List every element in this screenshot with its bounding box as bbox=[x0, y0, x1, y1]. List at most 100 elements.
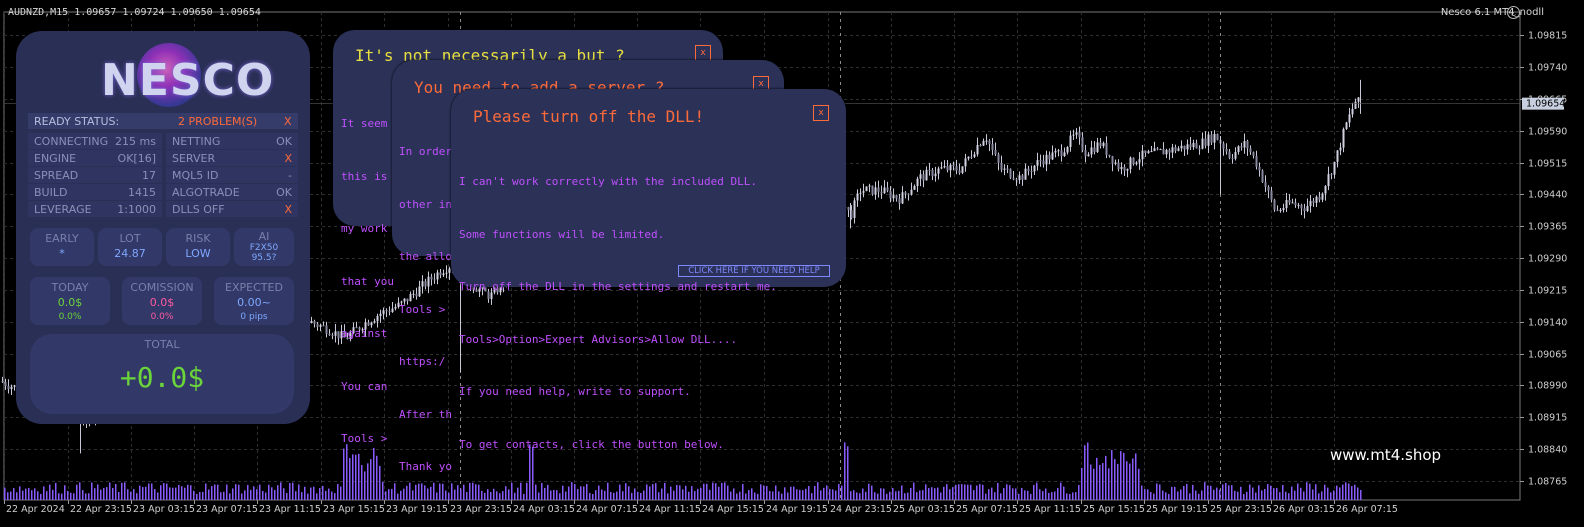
candle-body bbox=[1120, 166, 1123, 170]
volume-bar bbox=[1117, 463, 1119, 500]
today-value: 0.0$ bbox=[57, 296, 83, 309]
candle-body bbox=[1183, 145, 1186, 150]
candle-body bbox=[1246, 141, 1249, 149]
volume-bar bbox=[628, 486, 630, 500]
candle-body bbox=[1015, 179, 1018, 181]
volume-bar bbox=[595, 490, 597, 500]
volume-bar bbox=[751, 488, 753, 500]
candle-body bbox=[1141, 150, 1144, 160]
volume-bar bbox=[874, 492, 876, 500]
volume-bar bbox=[1000, 493, 1002, 500]
close-icon[interactable]: x bbox=[695, 45, 711, 61]
volume-bar bbox=[460, 488, 462, 500]
volume-bar bbox=[268, 484, 270, 500]
candle-body bbox=[1, 381, 4, 383]
candle-body bbox=[1261, 170, 1264, 183]
candle-body bbox=[1060, 150, 1063, 157]
candle-body bbox=[994, 149, 997, 155]
volume-bar bbox=[1036, 482, 1038, 500]
volume-bar bbox=[1216, 487, 1218, 500]
volume-bar bbox=[1147, 489, 1149, 500]
info-cell-server: SERVER X bbox=[166, 150, 298, 166]
popup-line: the allo bbox=[399, 250, 452, 263]
volume-bar bbox=[748, 490, 750, 500]
volume-bar bbox=[508, 489, 510, 500]
popup-line: Thank yo bbox=[399, 460, 452, 473]
candle-body bbox=[1126, 168, 1129, 171]
volume-bar bbox=[964, 484, 966, 500]
volume-bar bbox=[1294, 490, 1296, 500]
volume-bar bbox=[967, 484, 969, 500]
volume-bar bbox=[16, 492, 18, 500]
volume-bar bbox=[229, 493, 231, 500]
volume-bar bbox=[304, 486, 306, 500]
volume-bar bbox=[184, 487, 186, 500]
volume-bar bbox=[799, 489, 801, 500]
expected-value: 0.00~ bbox=[237, 296, 271, 309]
candle-body bbox=[916, 178, 919, 187]
volume-bar bbox=[58, 493, 60, 500]
volume-bar bbox=[670, 486, 672, 500]
volume-bar bbox=[1333, 490, 1335, 500]
popup-line: I can't work correctly with the included… bbox=[459, 175, 758, 188]
volume-bar bbox=[856, 492, 858, 500]
volume-bar bbox=[1120, 451, 1122, 500]
help-button[interactable]: CLICK HERE IF YOU NEED HELP bbox=[678, 265, 830, 277]
volume-bar bbox=[1015, 488, 1017, 500]
current-price-label: 1.09654 bbox=[1526, 99, 1565, 110]
candle-body bbox=[1288, 200, 1291, 203]
candle-body bbox=[1093, 147, 1096, 153]
candle-body bbox=[919, 174, 922, 179]
volume-bar bbox=[1348, 483, 1350, 500]
candle-body bbox=[967, 156, 970, 159]
candle-body bbox=[1258, 166, 1261, 171]
candle-body bbox=[1249, 148, 1252, 153]
chart-window[interactable]: 1.098151.097401.096651.095901.095151.094… bbox=[0, 0, 1584, 527]
candle-body bbox=[1168, 149, 1171, 153]
volume-bar bbox=[559, 493, 561, 500]
volume-bar bbox=[1303, 491, 1305, 500]
candle-body bbox=[319, 325, 322, 327]
candle-body bbox=[1252, 152, 1255, 156]
candle-body bbox=[1192, 142, 1195, 148]
volume-bar bbox=[1201, 490, 1203, 500]
volume-bar bbox=[643, 490, 645, 500]
candle-body bbox=[880, 191, 883, 194]
candle-body bbox=[1339, 147, 1342, 151]
x-tick-label: 23 Apr 03:15 bbox=[133, 504, 195, 515]
volume-bar bbox=[1141, 485, 1143, 500]
popup-title: Please turn off the DLL! bbox=[473, 107, 705, 126]
commission-sub: 0.0% bbox=[150, 312, 174, 322]
candle-body bbox=[1309, 200, 1312, 207]
popup-line: After th bbox=[399, 407, 452, 421]
candle-body bbox=[1327, 174, 1330, 187]
candle-body bbox=[1231, 157, 1234, 159]
info-cell-connecting: CONNECTING 215 ms bbox=[28, 133, 162, 149]
volume-bar bbox=[1357, 487, 1359, 500]
candle-body bbox=[1324, 186, 1327, 194]
candle-body bbox=[1042, 160, 1045, 165]
volume-bar bbox=[919, 490, 921, 500]
volume-bar bbox=[1330, 492, 1332, 500]
volume-bar bbox=[766, 486, 768, 500]
volume-bar bbox=[1351, 486, 1353, 500]
x-tick-label: 24 Apr 19:15 bbox=[766, 504, 828, 515]
volume-bar bbox=[142, 487, 144, 500]
close-icon[interactable]: x bbox=[813, 105, 829, 121]
candle-body bbox=[1057, 150, 1060, 152]
volume-bar bbox=[955, 484, 957, 500]
x-tick-label: 24 Apr 07:15 bbox=[576, 504, 638, 515]
volume-bar bbox=[337, 484, 339, 500]
volume-bar bbox=[1132, 458, 1134, 500]
volume-bar bbox=[736, 493, 738, 500]
volume-bar bbox=[1264, 489, 1266, 500]
volume-bar bbox=[1315, 484, 1317, 500]
status-close-icon[interactable]: X bbox=[284, 115, 292, 128]
volume-bar bbox=[100, 489, 102, 500]
volume-bar bbox=[1198, 493, 1200, 500]
volume-bar bbox=[277, 485, 279, 500]
candle-body bbox=[1096, 142, 1099, 153]
volume-bar bbox=[1018, 493, 1020, 500]
volume-bar bbox=[592, 493, 594, 500]
volume-bar bbox=[589, 493, 591, 500]
